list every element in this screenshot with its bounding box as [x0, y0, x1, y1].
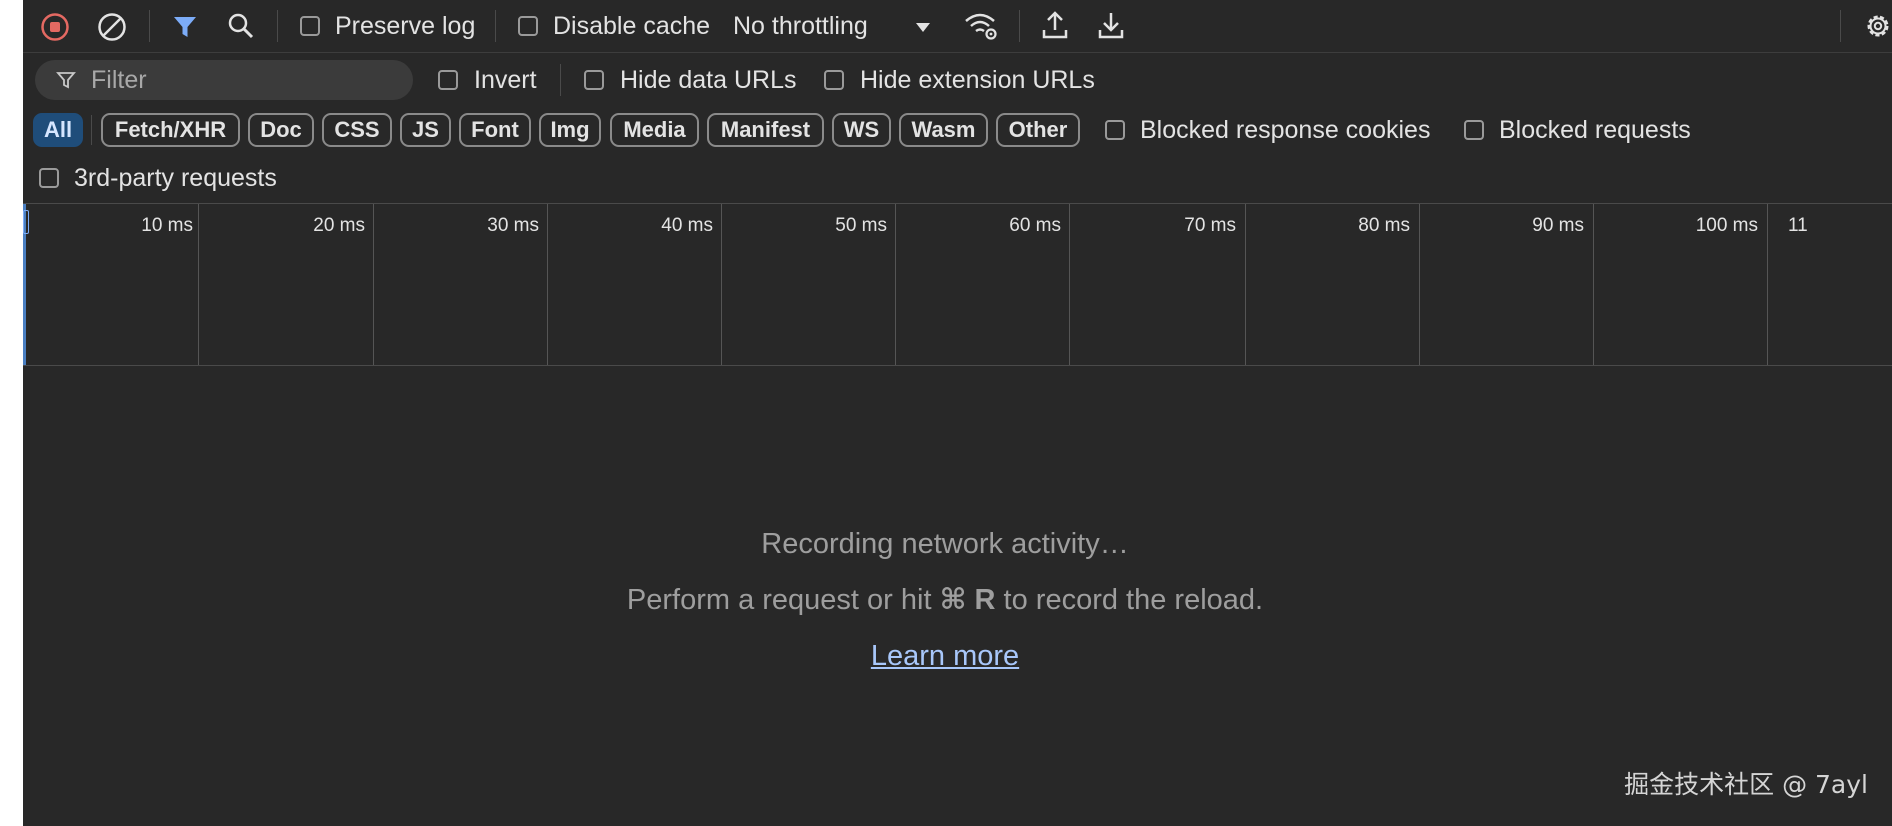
hide-data-urls-label: Hide data URLs [620, 66, 797, 94]
throttling-select[interactable]: No throttling [733, 11, 868, 41]
type-filter-js[interactable]: JS [400, 113, 451, 147]
timeline-gridline [895, 204, 896, 365]
reload-hint-suffix: to record the reload. [995, 584, 1264, 616]
invert-label: Invert [474, 66, 537, 94]
timeline-tick-label: 100 ms [1695, 215, 1758, 236]
toolbar-divider [1019, 10, 1020, 42]
third-party-requests-label: 3rd-party requests [74, 164, 277, 192]
toolbar-divider [149, 10, 150, 42]
toolbar-divider [1840, 10, 1841, 42]
timeline-tick-label: 10 ms [141, 215, 193, 236]
blocked-requests-label: Blocked requests [1499, 116, 1691, 144]
type-filter-other[interactable]: Other [996, 113, 1080, 147]
hide-data-urls-checkbox[interactable] [584, 70, 604, 90]
record-stop-icon[interactable] [40, 12, 70, 42]
hide-extension-urls-checkbox[interactable] [824, 70, 844, 90]
type-filter-wasm[interactable]: Wasm [899, 113, 988, 147]
type-filter-font[interactable]: Font [459, 113, 531, 147]
disable-cache-label: Disable cache [553, 12, 711, 40]
timeline-gridline [547, 204, 548, 365]
timeline-tick-label: 60 ms [1009, 215, 1061, 236]
learn-more-link[interactable]: Learn more [0, 639, 1890, 673]
reload-hint: Perform a request or hit ⌘ R to record t… [0, 583, 1890, 617]
blocked-response-cookies-checkbox[interactable] [1105, 120, 1125, 140]
network-panel: Preserve log Disable cache No throttling [23, 0, 1892, 826]
filter-placeholder: Filter [91, 66, 147, 94]
type-filter-fetch-xhr[interactable]: Fetch/XHR [101, 113, 240, 147]
timeline-tick-label: 11 [1788, 215, 1808, 236]
toolbar-divider [495, 10, 496, 42]
settings-icon[interactable] [1861, 10, 1892, 42]
timeline-gridline [1419, 204, 1420, 365]
timeline-gridline [1593, 204, 1594, 365]
reload-shortcut: ⌘ R [939, 584, 996, 616]
invert-checkbox[interactable] [438, 70, 458, 90]
blocked-requests-checkbox[interactable] [1464, 120, 1484, 140]
disable-cache-checkbox[interactable] [518, 16, 538, 36]
filter-input[interactable]: Filter [35, 60, 413, 100]
type-filter-doc[interactable]: Doc [248, 113, 314, 147]
third-party-requests-checkbox[interactable] [39, 168, 59, 188]
type-filter-manifest[interactable]: Manifest [707, 113, 824, 147]
timeline-tick-label: 80 ms [1358, 215, 1410, 236]
main-toolbar: Preserve log Disable cache No throttling [23, 0, 1892, 53]
timeline-gridline [1767, 204, 1768, 365]
filter-icon[interactable] [170, 12, 200, 42]
import-har-icon[interactable] [1040, 10, 1070, 42]
type-filter-ws[interactable]: WS [832, 113, 891, 147]
learn-more-text[interactable]: Learn more [871, 640, 1019, 672]
type-filter-all[interactable]: All [33, 113, 83, 147]
timeline-tick-label: 30 ms [487, 215, 539, 236]
filter-icon [55, 69, 77, 91]
timeline-gridline [1069, 204, 1070, 365]
preserve-log-checkbox[interactable] [300, 16, 320, 36]
timeline-tick-label: 20 ms [313, 215, 365, 236]
clear-icon[interactable] [97, 12, 127, 42]
chevron-down-icon[interactable] [915, 20, 931, 32]
hide-extension-urls-label: Hide extension URLs [860, 66, 1095, 94]
watermark: 掘金技术社区 @ 7ayl [1624, 770, 1868, 799]
search-icon[interactable] [226, 11, 256, 41]
chip-divider [91, 115, 92, 145]
timeline-tick-label: 40 ms [661, 215, 713, 236]
timeline-gridline [373, 204, 374, 365]
network-conditions-icon[interactable] [963, 10, 999, 42]
reload-hint-prefix: Perform a request or hit [626, 584, 940, 616]
type-filter-img[interactable]: Img [539, 113, 601, 147]
recording-message: Recording network activity… [761, 528, 1129, 560]
export-har-icon[interactable] [1096, 10, 1126, 42]
timeline-tick-label: 70 ms [1184, 215, 1236, 236]
type-filter-css[interactable]: CSS [322, 113, 392, 147]
timeline-gridline [721, 204, 722, 365]
toolbar-divider [277, 10, 278, 42]
blocked-response-cookies-label: Blocked response cookies [1140, 116, 1431, 144]
timeline-gridline [1245, 204, 1246, 365]
timeline-grip[interactable] [23, 210, 29, 234]
timeline-tick-label: 50 ms [835, 215, 887, 236]
filter-divider [560, 64, 561, 96]
timeline-overview[interactable]: 10 ms 20 ms 30 ms 40 ms 50 ms 60 ms 70 m… [23, 203, 1892, 366]
timeline-tick-label: 90 ms [1532, 215, 1584, 236]
type-filter-media[interactable]: Media [610, 113, 699, 147]
timeline-gridline [198, 204, 199, 365]
preserve-log-label: Preserve log [335, 12, 476, 40]
